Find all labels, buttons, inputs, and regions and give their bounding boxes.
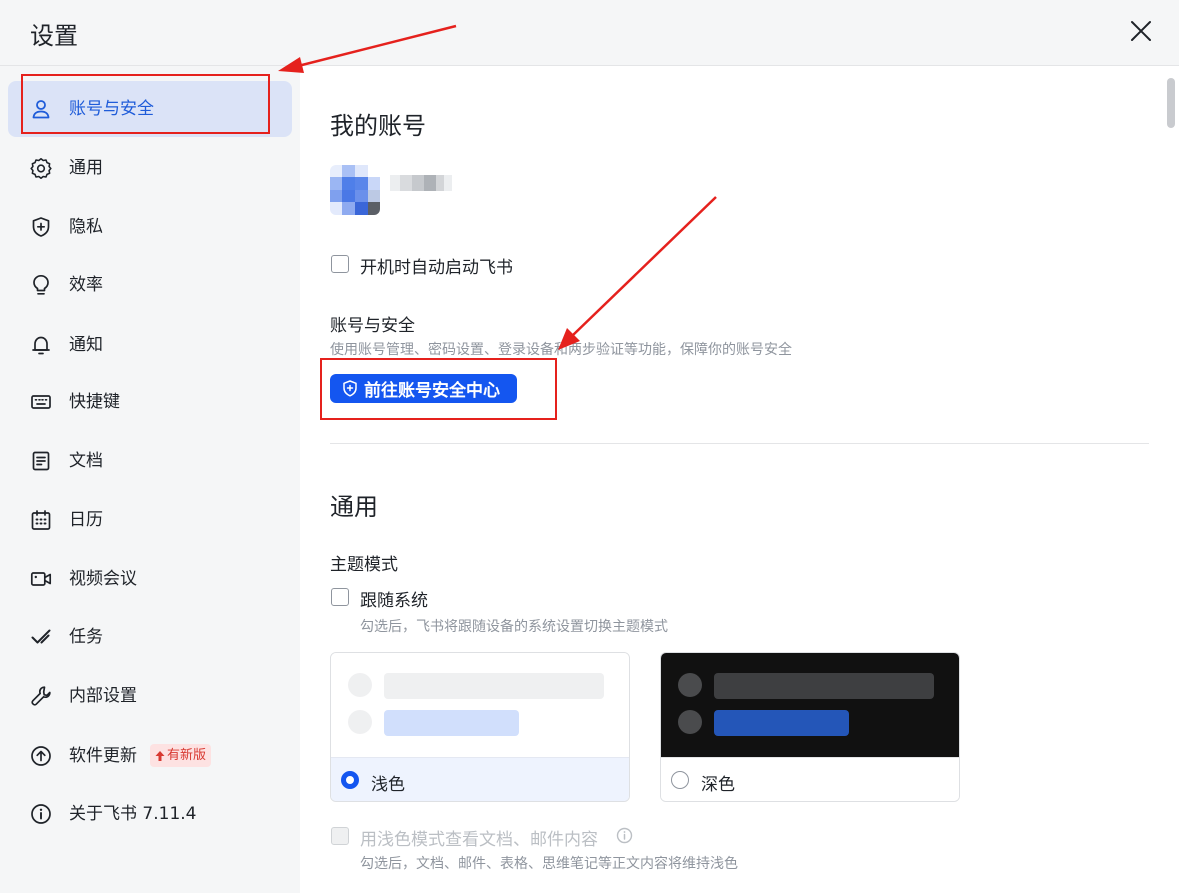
sidebar-item-label: 通用: [69, 157, 103, 179]
title-bar: 设置: [0, 0, 1179, 66]
annotation-box-account-nav: [21, 74, 270, 134]
general-heading: 通用: [330, 487, 378, 522]
sidebar-item-calendar[interactable]: 日历: [8, 492, 292, 548]
light-theme-label: 浅色: [371, 770, 405, 795]
sidebar-item-label: 日历: [69, 509, 103, 531]
close-button[interactable]: [1124, 14, 1158, 48]
blurred-username: [390, 175, 452, 191]
sidebar-item-label: 视频会议: [69, 568, 137, 590]
dark-theme-preview: [661, 653, 959, 757]
section-divider: [330, 443, 1149, 444]
badge-label: 有新版: [167, 744, 206, 767]
sidebar-item-label: 文档: [69, 450, 103, 472]
wrench-icon: [30, 685, 52, 707]
sidebar-item-label: 任务: [69, 626, 103, 648]
calendar-icon: [30, 509, 52, 531]
sidebar-item-efficiency[interactable]: 效率: [8, 257, 292, 313]
auto-start-label: 开机时自动启动飞书: [360, 253, 513, 278]
lightbulb-icon: [30, 274, 52, 296]
sidebar-item-notifications[interactable]: 通知: [8, 317, 292, 373]
light-theme-preview: [331, 653, 629, 757]
sidebar-item-label: 软件更新: [69, 745, 137, 767]
avatar: [330, 165, 380, 215]
sidebar-item-privacy[interactable]: 隐私: [8, 199, 292, 255]
sidebar-item-tasks[interactable]: 任务: [8, 609, 292, 665]
follow-system-label: 跟随系统: [360, 586, 428, 611]
sidebar-item-label: 通知: [69, 334, 103, 356]
security-section-desc: 使用账号管理、密码设置、登录设备和两步验证等功能，保障你的账号安全: [330, 339, 792, 359]
keyboard-icon: [30, 391, 52, 413]
light-theme-radio[interactable]: [341, 771, 359, 789]
window-title: 设置: [30, 16, 78, 51]
follow-system-desc: 勾选后，飞书将跟随设备的系统设置切换主题模式: [360, 616, 668, 636]
bell-icon: [30, 334, 52, 356]
arrow-up-circle-icon: [30, 745, 52, 767]
my-account-heading: 我的账号: [330, 106, 426, 141]
dark-theme-label: 深色: [701, 770, 735, 795]
shield-plus-icon: [30, 216, 52, 238]
auto-start-checkbox[interactable]: [331, 255, 349, 273]
follow-system-checkbox[interactable]: [331, 588, 349, 606]
sidebar-item-label: 关于飞书 7.11.4: [69, 803, 196, 825]
sidebar-item-video-meeting[interactable]: 视频会议: [8, 551, 292, 607]
sidebar-item-label: 隐私: [69, 216, 103, 238]
task-check-icon: [30, 626, 52, 648]
sidebar-item-software-update[interactable]: 软件更新 有新版: [8, 728, 292, 784]
theme-option-light[interactable]: 浅色: [330, 652, 630, 802]
info-icon: [30, 803, 52, 825]
theme-option-dark[interactable]: 深色: [660, 652, 960, 802]
sidebar-item-docs[interactable]: 文档: [8, 433, 292, 489]
theme-mode-title: 主题模式: [330, 550, 398, 575]
arrow-up-icon: [154, 750, 166, 762]
sidebar-item-internal-settings[interactable]: 内部设置: [8, 668, 292, 724]
scrollbar-thumb[interactable]: [1167, 78, 1175, 128]
light-theme-footer: 浅色: [331, 757, 629, 802]
sidebar-item-label: 内部设置: [69, 685, 137, 707]
light-docs-label: 用浅色模式查看文档、邮件内容: [360, 825, 598, 850]
annotation-box-security-button: [320, 358, 557, 420]
dark-theme-radio[interactable]: [671, 771, 689, 789]
video-camera-icon: [30, 568, 52, 590]
light-docs-desc: 勾选后，文档、邮件、表格、思维笔记等正文内容将维持浅色: [360, 853, 738, 873]
light-docs-checkbox[interactable]: [331, 827, 349, 845]
sidebar-item-shortcuts[interactable]: 快捷键: [8, 374, 292, 430]
info-icon[interactable]: [616, 827, 633, 844]
sidebar-item-general[interactable]: 通用: [8, 140, 292, 196]
security-section-title: 账号与安全: [330, 311, 415, 336]
sidebar-item-about[interactable]: 关于飞书 7.11.4: [8, 786, 292, 842]
document-icon: [30, 450, 52, 472]
gear-icon: [30, 157, 52, 179]
dark-theme-footer: 深色: [661, 757, 959, 802]
new-version-badge: 有新版: [150, 744, 211, 767]
close-icon: [1124, 14, 1158, 48]
sidebar-item-label: 效率: [69, 274, 103, 296]
sidebar-item-label: 快捷键: [69, 391, 120, 413]
